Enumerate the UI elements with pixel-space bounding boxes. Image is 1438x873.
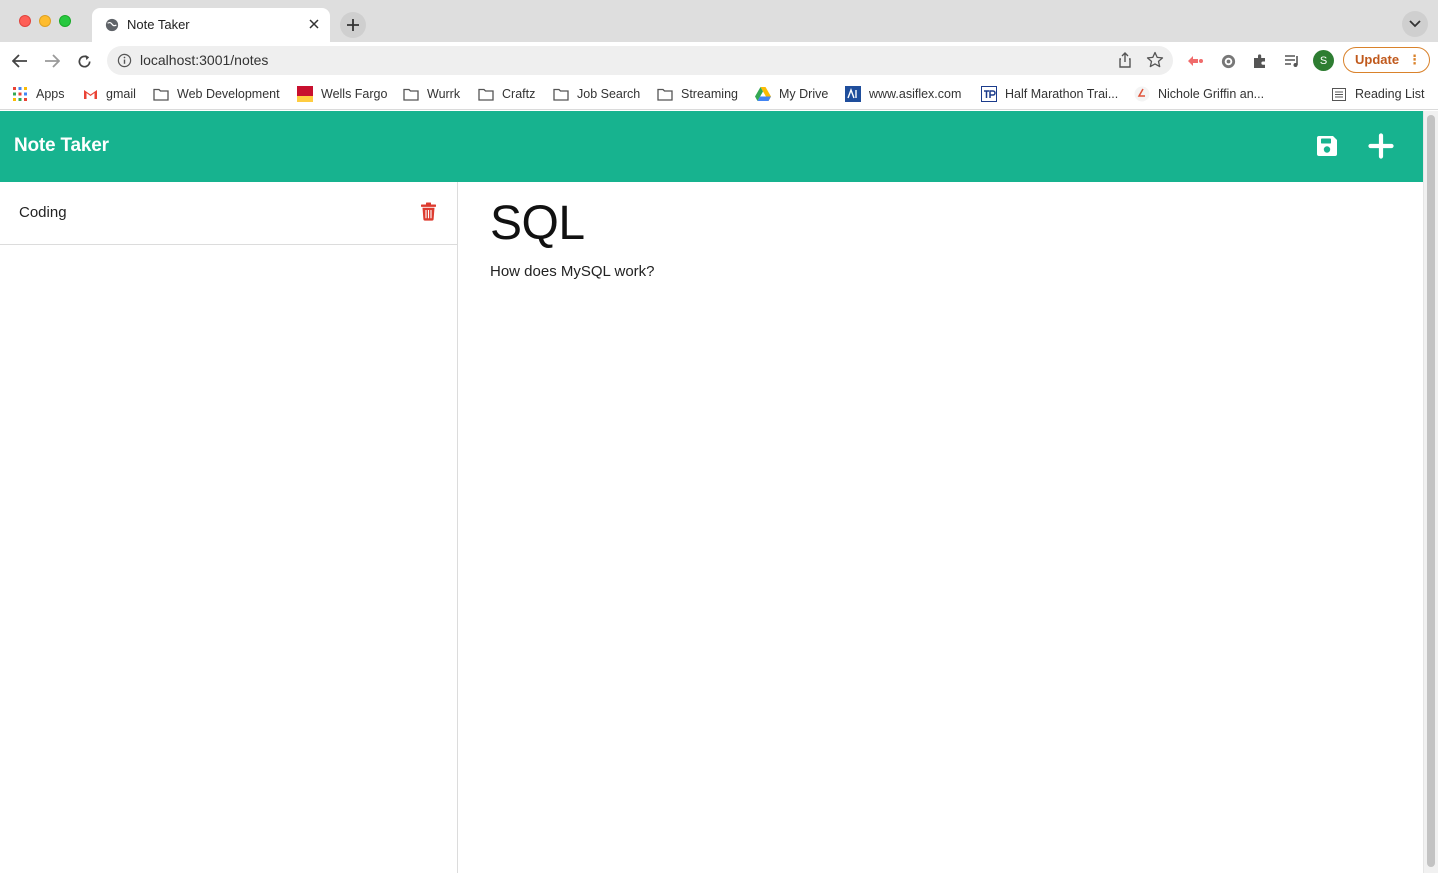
more-vertical-icon: ⋮ — [1408, 52, 1421, 67]
globe-icon — [105, 18, 119, 32]
close-window-button[interactable] — [19, 15, 31, 27]
extension-button[interactable] — [1218, 51, 1238, 71]
bookmark-label: Apps — [36, 87, 65, 101]
gmail-icon — [82, 86, 98, 102]
close-icon[interactable] — [306, 16, 322, 32]
bookmark-label: Web Development — [177, 87, 280, 101]
url-text: localhost:3001/notes — [140, 52, 269, 68]
site-icon — [1134, 86, 1150, 102]
bookmark-label: Wells Fargo — [321, 87, 388, 101]
bookmark-craftz[interactable]: Craftz — [478, 84, 535, 104]
puzzle-icon — [1254, 54, 1265, 68]
google-drive-icon — [755, 86, 771, 102]
folder-icon — [553, 86, 569, 102]
maximize-window-button[interactable] — [59, 15, 71, 27]
bug-extension-icon — [1221, 54, 1235, 68]
folder-icon — [657, 86, 673, 102]
bookmark-label: Streaming — [681, 87, 738, 101]
star-icon[interactable] — [1146, 51, 1164, 69]
tab-title: Note Taker — [127, 17, 190, 32]
bookmark-label: Half Marathon Trai... — [1005, 87, 1119, 101]
note-list-item[interactable]: Coding — [0, 182, 457, 245]
bookmark-my-drive[interactable]: My Drive — [755, 84, 828, 104]
asiflex-icon — [845, 86, 861, 102]
bookmark-gmail[interactable]: gmail — [82, 84, 136, 104]
bookmark-label: Nichole Griffin an... — [1158, 87, 1265, 101]
note-textarea[interactable]: How does MySQL work? — [490, 263, 655, 280]
browser-toolbar: localhost:3001/notes S Update ⋮ — [0, 42, 1438, 79]
arrow-right-icon — [45, 54, 60, 68]
bookmark-label: Wurrk — [427, 87, 461, 101]
update-button[interactable]: Update ⋮ — [1343, 47, 1430, 73]
tab-search-button[interactable] — [1402, 11, 1428, 37]
reading-mode-button[interactable] — [1282, 51, 1302, 71]
extension-button[interactable] — [1185, 51, 1205, 71]
bookmark-wurrk[interactable]: Wurrk — [403, 84, 460, 104]
note-taker-app: Note Taker Coding SQL How does MySQL wor… — [0, 111, 1423, 873]
scrollbar-thumb[interactable] — [1427, 115, 1435, 867]
info-icon[interactable] — [117, 53, 132, 68]
new-tab-button[interactable] — [340, 12, 366, 38]
reload-icon — [78, 54, 91, 67]
app-navbar: Note Taker — [0, 111, 1423, 182]
folder-icon — [478, 86, 494, 102]
note-list-item-title: Coding — [19, 204, 67, 221]
address-bar[interactable]: localhost:3001/notes — [107, 46, 1173, 75]
browser-tab-strip: Note Taker — [0, 0, 1438, 42]
notes-sidebar: Coding — [0, 182, 458, 873]
minimize-window-button[interactable] — [39, 15, 51, 27]
profile-avatar[interactable]: S — [1313, 50, 1334, 71]
extensions-button[interactable] — [1250, 51, 1270, 71]
bookmark-label: Craftz — [502, 87, 536, 101]
reading-list-button[interactable]: Reading List — [1331, 84, 1425, 104]
bookmark-job-search[interactable]: Job Search — [553, 84, 640, 104]
back-button[interactable] — [9, 50, 31, 72]
tp-icon — [981, 86, 997, 102]
apps-grid-icon — [12, 86, 28, 102]
cast-extension-icon — [1188, 56, 1203, 66]
save-icon[interactable] — [1314, 133, 1340, 159]
note-title-input[interactable]: SQL — [490, 196, 585, 251]
bookmark-label: gmail — [106, 87, 136, 101]
bookmark-nichole-griffin[interactable]: Nichole Griffin an... — [1134, 84, 1264, 104]
page-scrollbar[interactable] — [1423, 111, 1438, 873]
bookmark-asiflex[interactable]: www.asiflex.com — [845, 84, 961, 104]
reading-list-label: Reading List — [1355, 87, 1425, 101]
reading-list-icon — [1331, 86, 1347, 102]
folder-icon — [153, 86, 169, 102]
browser-tab[interactable]: Note Taker — [92, 8, 330, 42]
chevron-down-icon — [1409, 20, 1421, 28]
trash-icon[interactable] — [420, 202, 437, 221]
plus-icon[interactable] — [1368, 133, 1394, 159]
bookmarks-bar: Apps gmail Web Development Wells Fargo W… — [0, 79, 1438, 110]
update-label: Update — [1355, 52, 1400, 67]
bookmark-label: www.asiflex.com — [869, 87, 962, 101]
folder-icon — [403, 86, 419, 102]
arrow-left-icon — [12, 54, 27, 68]
app-brand[interactable]: Note Taker — [14, 135, 109, 157]
reload-button[interactable] — [73, 50, 95, 72]
bookmark-label: Job Search — [577, 87, 641, 101]
queue-music-icon — [1285, 55, 1298, 67]
plus-icon — [347, 19, 359, 31]
forward-button[interactable] — [41, 50, 63, 72]
bookmark-apps[interactable]: Apps — [12, 84, 65, 104]
bookmark-half-marathon[interactable]: Half Marathon Trai... — [981, 84, 1118, 104]
share-icon[interactable] — [1117, 52, 1133, 68]
note-editor: SQL How does MySQL work? — [458, 182, 1423, 873]
bookmark-web-development[interactable]: Web Development — [153, 84, 280, 104]
bookmark-label: My Drive — [779, 87, 829, 101]
wells-fargo-icon — [297, 86, 313, 102]
bookmark-streaming[interactable]: Streaming — [657, 84, 738, 104]
bookmark-wells-fargo[interactable]: Wells Fargo — [297, 84, 387, 104]
